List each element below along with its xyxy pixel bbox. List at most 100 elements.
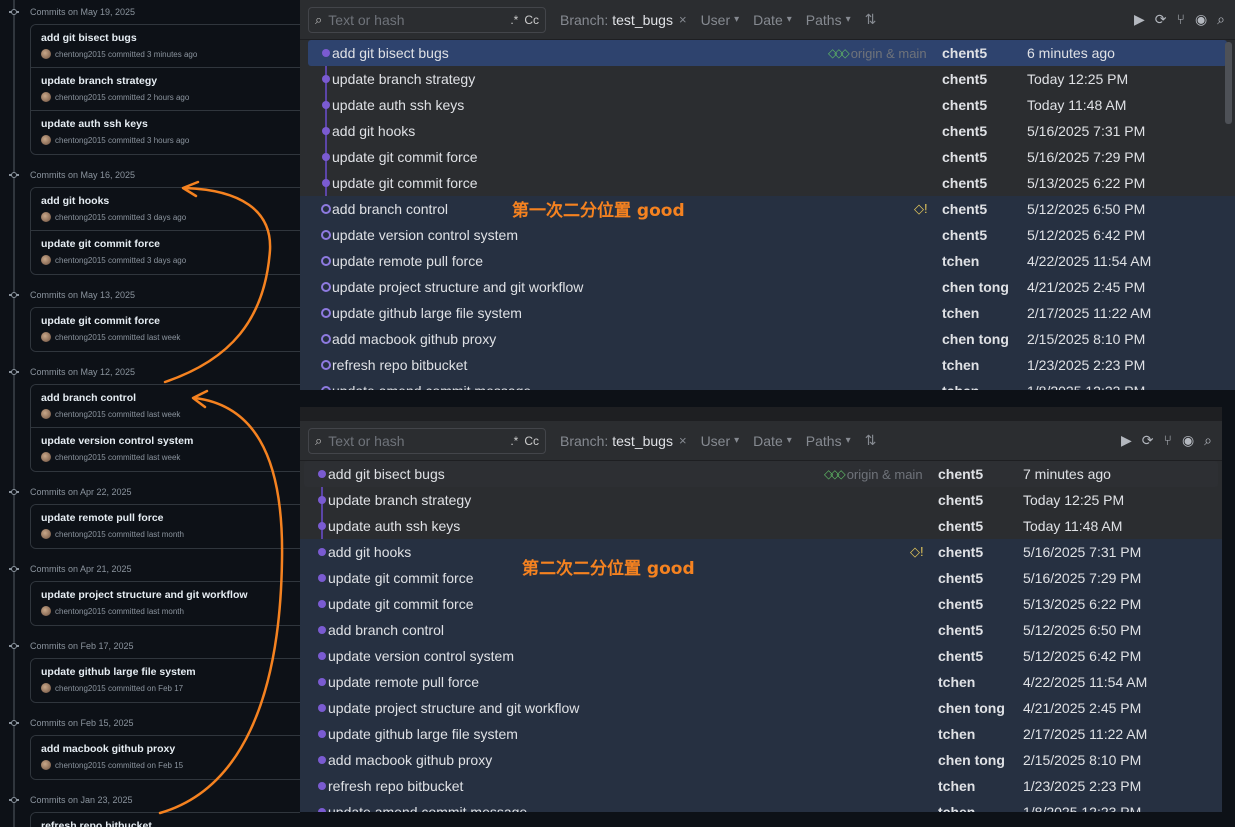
commit-node-icon — [322, 49, 330, 57]
avatar[interactable] — [41, 92, 51, 102]
commit-item[interactable]: update auth ssh keys chentong2015 commit… — [31, 111, 300, 154]
commit-row[interactable]: update github large file system tchen 2/1… — [300, 300, 1235, 326]
commit-item[interactable]: update branch strategy chentong2015 comm… — [31, 68, 300, 111]
commit-title-link[interactable]: update version control system — [41, 435, 299, 447]
branches-icon[interactable]: ⑂ — [1164, 432, 1172, 449]
commit-row[interactable]: update branch strategy chent5 Today 12:25… — [300, 487, 1222, 513]
commit-row[interactable]: add git bisect bugs ◇◇◇ origin & main chent… — [304, 461, 1218, 487]
branches-icon[interactable]: ⑂ — [1177, 11, 1185, 28]
commit-title-link[interactable]: update git commit force — [41, 238, 299, 250]
commit-item[interactable]: update version control system chentong20… — [31, 428, 300, 471]
date-filter[interactable]: Date ▾ — [753, 433, 792, 449]
avatar[interactable] — [41, 760, 51, 770]
sort-button[interactable]: ⇅ — [865, 11, 877, 28]
avatar[interactable] — [41, 49, 51, 59]
commit-title-link[interactable]: update git commit force — [41, 315, 299, 327]
commit-item[interactable]: update github large file system chentong… — [31, 659, 300, 702]
clear-filter-icon[interactable]: × — [679, 433, 687, 448]
commit-row[interactable]: update git commit force chent5 5/16/2025 … — [300, 144, 1235, 170]
commit-title-link[interactable]: add branch control — [41, 392, 299, 404]
commit-row[interactable]: add branch control chent5 5/12/2025 6:50 … — [300, 617, 1222, 643]
commit-row[interactable]: update remote pull force tchen 4/22/2025 … — [300, 248, 1235, 274]
paths-filter[interactable]: Paths ▾ — [806, 433, 851, 449]
commit-title-link[interactable]: update project structure and git workflo… — [41, 589, 299, 601]
branch-filter[interactable]: Branch: test_bugs × — [560, 12, 687, 28]
search-box[interactable]: ⌕ Text or hash .* Cc — [308, 6, 546, 33]
commit-row[interactable]: update git commit force chent5 5/13/2025 … — [300, 591, 1222, 617]
refresh-icon[interactable]: ⟳ — [1142, 432, 1154, 449]
regex-toggle[interactable]: .* — [510, 13, 518, 27]
date-filter[interactable]: Date ▾ — [753, 12, 792, 28]
commit-title-link[interactable]: update github large file system — [41, 666, 299, 678]
eye-icon[interactable]: ◉ — [1195, 11, 1207, 28]
scrollbar[interactable] — [1225, 42, 1232, 124]
clear-filter-icon[interactable]: × — [679, 12, 687, 27]
commit-row[interactable]: update auth ssh keys chent5 Today 11:48 A… — [300, 92, 1235, 118]
commit-item[interactable]: refresh repo bitbucket chentong2015 comm… — [31, 813, 300, 827]
commit-item[interactable]: update git commit force chentong2015 com… — [31, 308, 300, 351]
cherry-pick-icon[interactable]: ▶ — [1121, 432, 1132, 449]
search-box[interactable]: ⌕ Text or hash .* Cc — [308, 427, 546, 454]
commit-title-link[interactable]: update branch strategy — [41, 75, 299, 87]
search-icon[interactable]: ⌕ — [1204, 432, 1212, 449]
commit-row[interactable]: add git bisect bugs ◇◇◇ origin & main chent… — [308, 40, 1227, 66]
avatar[interactable] — [41, 606, 51, 616]
commit-item[interactable]: add git bisect bugs chentong2015 committ… — [31, 25, 300, 68]
branch-filter[interactable]: Branch: test_bugs × — [560, 433, 687, 449]
refresh-icon[interactable]: ⟳ — [1155, 11, 1167, 28]
commit-node-icon — [322, 101, 330, 109]
eye-icon[interactable]: ◉ — [1182, 432, 1194, 449]
avatar[interactable] — [41, 529, 51, 539]
commit-row[interactable]: update git commit force chent5 5/16/2025 … — [300, 565, 1222, 591]
match-case-toggle[interactable]: Cc — [524, 13, 539, 27]
search-icon[interactable]: ⌕ — [1217, 11, 1225, 28]
commit-item[interactable]: add branch control chentong2015 committe… — [31, 385, 300, 428]
commit-item[interactable]: update git commit force chentong2015 com… — [31, 231, 300, 274]
commit-row[interactable]: update git commit force chent5 5/13/2025 … — [300, 170, 1235, 196]
regex-toggle[interactable]: .* — [510, 434, 518, 448]
user-filter[interactable]: User ▾ — [701, 433, 740, 449]
cherry-pick-icon[interactable]: ▶ — [1134, 11, 1145, 28]
commit-row[interactable]: update auth ssh keys chent5 Today 11:48 A… — [300, 513, 1222, 539]
commit-row[interactable]: update version control system chent5 5/12… — [300, 643, 1222, 669]
commit-row[interactable]: update project structure and git workflo… — [300, 274, 1235, 300]
user-filter[interactable]: User ▾ — [701, 12, 740, 28]
avatar[interactable] — [41, 135, 51, 145]
avatar[interactable] — [41, 255, 51, 265]
commit-item[interactable]: add git hooks chentong2015 committed 3 d… — [31, 188, 300, 231]
avatar[interactable] — [41, 212, 51, 222]
commit-row[interactable]: update remote pull force tchen 4/22/2025 … — [300, 669, 1222, 695]
commit-date-header: Commits on May 19, 2025 — [0, 0, 300, 24]
commit-row[interactable]: add macbook github proxy chen tong 2/15/2… — [300, 747, 1222, 773]
avatar[interactable] — [41, 409, 51, 419]
commit-row[interactable]: add macbook github proxy chen tong 2/15/2… — [300, 326, 1235, 352]
commit-title-link[interactable]: add git hooks — [41, 195, 299, 207]
commit-title-link[interactable]: add git bisect bugs — [41, 32, 299, 44]
sort-button[interactable]: ⇅ — [865, 432, 877, 449]
commit-row[interactable]: update github large file system tchen 2/1… — [300, 721, 1222, 747]
commit-row[interactable]: refresh repo bitbucket tchen 1/23/2025 2:… — [300, 352, 1235, 378]
commit-item[interactable]: update project structure and git workflo… — [31, 582, 300, 625]
commit-row[interactable]: add git hooks ◇! chent5 5/16/2025 7:31 PM — [300, 539, 1222, 565]
commit-item[interactable]: add macbook github proxy chentong2015 co… — [31, 736, 300, 779]
commit-subject: update git commit force — [332, 149, 478, 165]
commit-row[interactable]: add branch control ◇! chent5 5/12/2025 6:5… — [300, 196, 1235, 222]
commit-date-label: Commits on May 19, 2025 — [30, 7, 136, 17]
avatar[interactable] — [41, 332, 51, 342]
commit-item[interactable]: update remote pull force chentong2015 co… — [31, 505, 300, 548]
commit-row[interactable]: update version control system chent5 5/12… — [300, 222, 1235, 248]
commit-row[interactable]: update branch strategy chent5 Today 12:25… — [300, 66, 1235, 92]
commit-title-link[interactable]: add macbook github proxy — [41, 743, 299, 755]
commit-row[interactable]: update project structure and git workflo… — [300, 695, 1222, 721]
avatar[interactable] — [41, 683, 51, 693]
match-case-toggle[interactable]: Cc — [524, 434, 539, 448]
commit-title-link[interactable]: refresh repo bitbucket — [41, 820, 299, 827]
commit-title-link[interactable]: update auth ssh keys — [41, 118, 299, 130]
commit-row[interactable]: add git hooks chent5 5/16/2025 7:31 PM — [300, 118, 1235, 144]
commit-row[interactable]: update amend commit message tchen 1/8/202… — [300, 378, 1235, 390]
commit-title-link[interactable]: update remote pull force — [41, 512, 299, 524]
commit-row[interactable]: refresh repo bitbucket tchen 1/23/2025 2:… — [300, 773, 1222, 799]
commit-row[interactable]: update amend commit message tchen 1/8/202… — [300, 799, 1222, 812]
avatar[interactable] — [41, 452, 51, 462]
paths-filter[interactable]: Paths ▾ — [806, 12, 851, 28]
